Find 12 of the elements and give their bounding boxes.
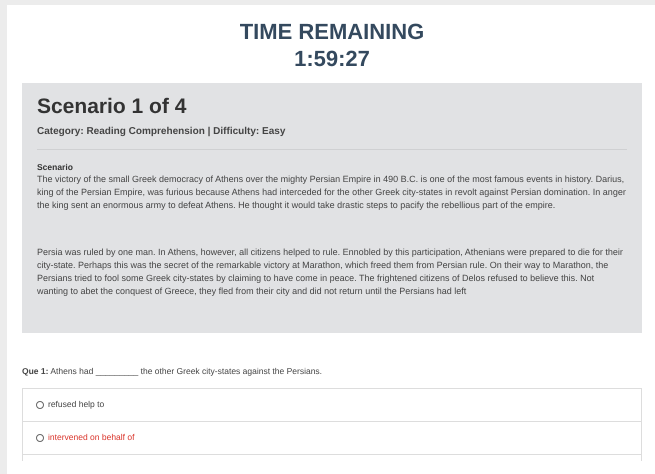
scenario-title: Scenario 1 of 4 xyxy=(37,94,188,120)
scenario-heading: Scenario xyxy=(37,161,74,173)
timer-value: 1:59:27 xyxy=(294,45,370,72)
radio-button[interactable] xyxy=(36,434,44,442)
scenario-paragraph: The victory of the small Greek democracy of Athens over the mighty Persian Empire in 490 B.C. is one of the most famous events in history. Darius, king of the Persian Empire, was furious because Athens had interceded for the other Greek city-states in revolt against Persian domination. In anger the king sent an enormous army to defeat Athens. He thought it would take drastic steps to pacify the rebellious part of the empire. xyxy=(37,173,627,212)
scenario-category: Category: Reading Comprehension | Difficulty: Easy xyxy=(37,125,286,139)
timer-label: TIME REMAINING xyxy=(240,18,424,45)
question-text: Que 1: Athens had _________ the other Greek city-states against the Persians. xyxy=(22,365,324,378)
scenario-paragraph: Persia was ruled by one man. In Athens, however, all citizens helped to rule. Ennobled by this participation, Athenians were prepared to die for their city-state. Perhaps this was the secret of the remarkable victory at Marathon, which freed them from Persian rule. On their way to Marathon, the Persians tried to fool some Greek city-states by claiming to have come in peace. The frightened citizens of Delos refused to believe this. Not wanting to abet the conquest of Greece, they fled from their city and did not return until the Persians had left xyxy=(37,246,624,298)
option-label[interactable]: intervened on behalf of xyxy=(48,431,134,444)
option-label[interactable]: refused help to xyxy=(48,398,104,412)
radio-button[interactable] xyxy=(36,400,44,409)
